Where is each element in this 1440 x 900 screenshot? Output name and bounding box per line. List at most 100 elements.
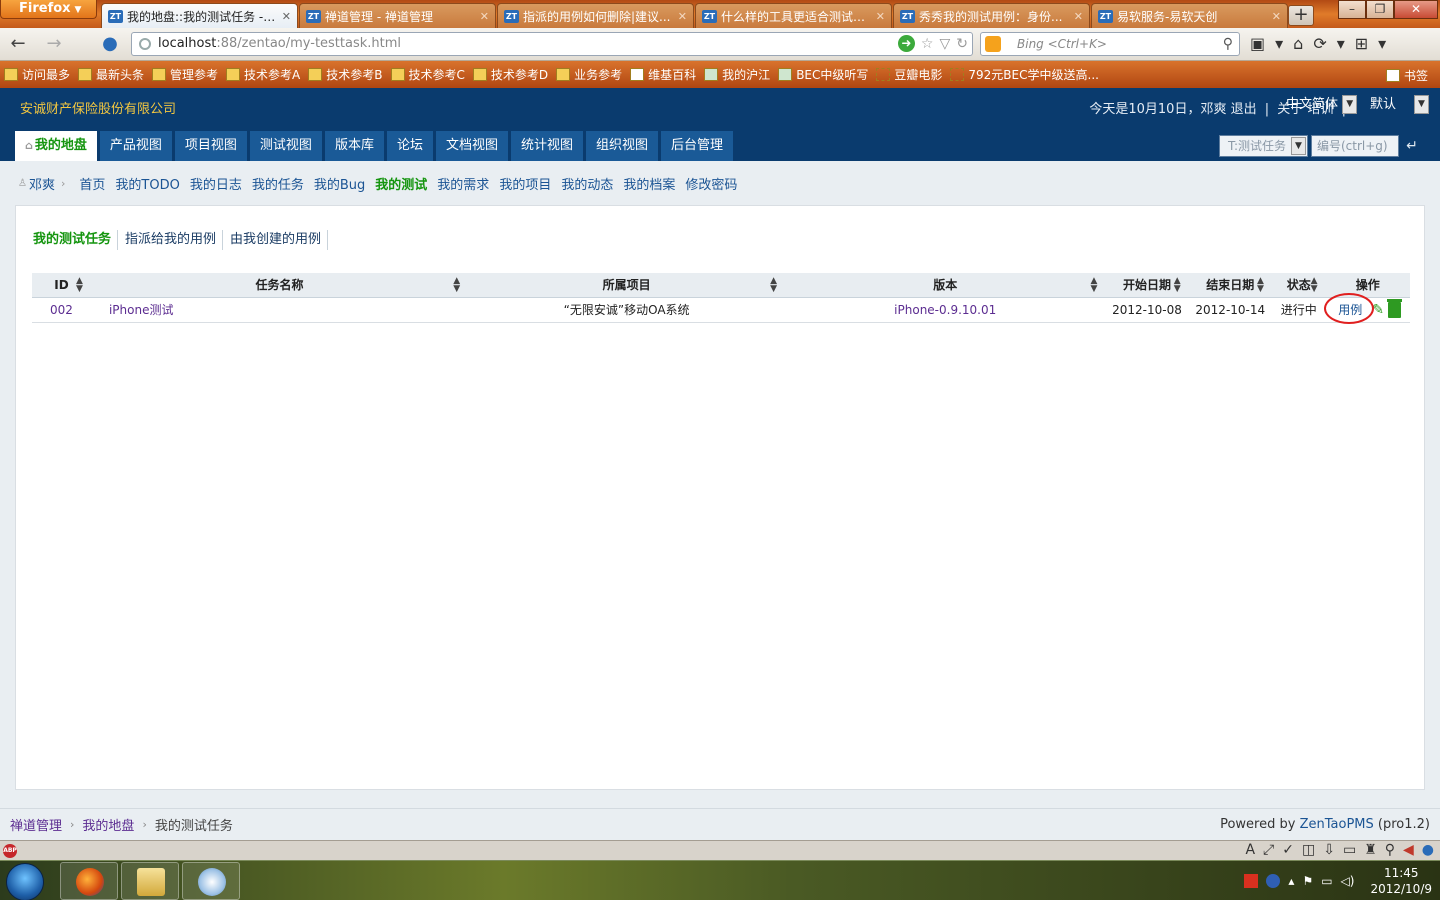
help-icon[interactable] [1266,874,1281,888]
browser-tab[interactable]: ZT 什么样的工具更适合测试计... ✕ [695,3,892,28]
sort-icon[interactable]: ▲ ▼ [76,277,83,294]
reload-icon[interactable]: ↻ [956,35,968,53]
bookmark-item[interactable]: 豆瓣电影 [876,66,942,83]
theme-select[interactable]: 默认 ▼ [1370,95,1430,115]
mainnav-my[interactable]: ⌂ 我的地盘 [15,131,97,161]
sort-icon[interactable]: ▲ ▼ [453,277,460,294]
sort-icon[interactable]: ▲ ▼ [1257,277,1264,294]
restore-button[interactable]: ❐ [1366,0,1394,19]
network-icon[interactable]: ▭ [1321,874,1332,888]
subnav-item-profile[interactable]: 我的档案 [623,174,675,193]
subnav-item-bug[interactable]: 我的Bug [314,174,365,193]
url-bar[interactable]: localhost:88/zentao/my-testtask.html ➜ ☆… [131,32,973,56]
system-clock[interactable]: 11:45 2012/10/9 [1370,865,1432,897]
minimize-button[interactable]: – [1338,0,1366,19]
shirt-icon[interactable]: ♜ [1364,842,1377,858]
chevron-down-icon[interactable]: ▾ [1275,34,1283,53]
bookmark-item[interactable]: 业务参考 [556,66,622,83]
chevron-up-icon[interactable]: ▴ [1288,874,1294,888]
mainnav-admin[interactable]: 后台管理 [661,131,734,161]
close-icon[interactable]: ✕ [876,10,885,23]
sort-icon[interactable]: ▲ ▼ [1311,277,1318,294]
bookmark-item[interactable]: BEC中级听写 [778,66,868,83]
taskbar-firefox[interactable] [60,862,118,900]
sort-icon[interactable]: ▲ ▼ [770,277,777,294]
mainnav-repo[interactable]: 版本库 [324,131,384,161]
tab-created-cases[interactable]: 由我创建的用例 [230,230,329,250]
font-icon[interactable]: A [1245,842,1255,858]
mainnav-company[interactable]: 组织视图 [586,131,659,161]
firefox-menu-button[interactable]: Firefox ▼ [0,0,97,19]
mainnav-product[interactable]: 产品视图 [99,131,172,161]
column-header-begin[interactable]: 开始日期 ▲ ▼ [1105,273,1189,298]
new-tab-button[interactable]: + [1288,5,1314,26]
close-icon[interactable]: ✕ [1074,10,1083,23]
globe-icon[interactable]: ● [1422,842,1434,858]
bookmark-item[interactable]: 技术参考D [472,66,548,83]
close-icon[interactable]: ✕ [1272,10,1281,23]
bookmark-star-icon[interactable]: ☆ [921,35,934,53]
column-header-status[interactable]: 状态 ▲ ▼ [1271,273,1326,298]
close-icon[interactable]: ✕ [678,10,687,23]
bookmark-item[interactable]: 管理参考 [152,66,218,83]
sync-icon[interactable]: ⟳ [1313,34,1326,53]
search-id-input[interactable]: 编号(ctrl+g) [1311,135,1399,157]
volume-icon[interactable]: ◁) [1341,874,1355,888]
subnav-item-dynamic[interactable]: 我的动态 [561,174,613,193]
flag-icon[interactable]: ⚑ [1302,874,1313,888]
mainnav-qa[interactable]: 测试视图 [249,131,322,161]
addon-icon[interactable]: ▣ [1250,34,1265,53]
column-header-project[interactable]: 所属项目 ▲ ▼ [468,273,786,298]
go-arrow-icon[interactable]: ➜ [897,35,915,52]
bookmarks-menu-button[interactable]: 书签 [1385,67,1428,84]
search-icon[interactable]: ⚲ [1385,842,1395,858]
browser-tab[interactable]: ZT 秀秀我的测试用例：身份... ✕ [893,3,1090,28]
subnav-item-password[interactable]: 修改密码 [685,174,737,193]
tab-my-testtask[interactable]: 我的测试任务 [33,230,119,250]
home-icon[interactable]: ⌂ [1293,34,1303,53]
chevron-down-icon[interactable]: ▽ [939,35,950,53]
column-header-name[interactable]: 任务名称 ▲ ▼ [90,273,469,298]
sort-icon[interactable]: ▲ ▼ [1090,277,1097,294]
bing-icon[interactable] [985,36,1001,52]
speaker-icon[interactable]: ◀ [1403,842,1414,858]
taskbar-explorer[interactable] [121,862,179,900]
close-icon[interactable]: ✕ [480,10,489,23]
taskbar-paint[interactable] [182,862,240,900]
browser-tab[interactable]: ZT 易软服务-易软天创 ✕ [1091,3,1288,28]
adblock-icon[interactable]: ABP [3,844,17,858]
mainnav-report[interactable]: 统计视图 [510,131,583,161]
search-type-select[interactable]: T:测试任务 ▼ [1219,135,1308,157]
mainnav-project[interactable]: 项目视图 [174,131,247,161]
cell-task-name[interactable]: iPhone测试 [90,297,469,323]
close-icon[interactable]: ✕ [282,10,291,23]
window-icon[interactable]: ▭ [1343,842,1356,858]
ime-icon[interactable] [1244,874,1259,888]
search-go-button[interactable]: ↵ [1401,135,1423,157]
bookmark-item[interactable]: 技术参考A [226,66,300,83]
search-engine-bar[interactable]: Bing <Ctrl+K> ⚲ [980,32,1240,56]
subnav-item-testtask[interactable]: 我的测试 [375,174,427,193]
subnav-item-task[interactable]: 我的任务 [252,174,304,193]
subnav-item-project[interactable]: 我的项目 [499,174,551,193]
bookmark-item[interactable]: 我的沪江 [704,66,770,83]
chevron-down-icon[interactable]: ▾ [1378,34,1386,53]
mainnav-forum[interactable]: 论坛 [386,131,433,161]
language-select[interactable]: 中文简体 ▼ [1286,95,1362,117]
breadcrumb-home[interactable]: 禅道管理 [10,815,62,834]
breadcrumb-my[interactable]: 我的地盘 [82,815,134,834]
bookmark-item[interactable]: 访问最多 [4,66,70,83]
close-window-button[interactable]: ✕ [1394,0,1438,19]
start-button[interactable] [6,863,44,900]
sort-icon[interactable]: ▲ ▼ [1174,277,1181,294]
column-header-build[interactable]: 版本 ▲ ▼ [785,273,1106,298]
tab-assigned-cases[interactable]: 指派给我的用例 [125,230,224,250]
column-header-end[interactable]: 结束日期 ▲ ▼ [1188,273,1272,298]
bookmark-item[interactable]: 最新头条 [78,66,144,83]
mainnav-doc[interactable]: 文档视图 [435,131,508,161]
search-icon[interactable]: ⚲ [1223,33,1233,55]
trash-icon[interactable] [1387,298,1403,318]
browser-tab[interactable]: ZT 指派的用例如何删除|建议... ✕ [497,3,694,28]
cases-link[interactable]: 用例 [1324,293,1375,324]
bookmark-item[interactable]: 792元BEC学中级送高... [950,66,1099,83]
